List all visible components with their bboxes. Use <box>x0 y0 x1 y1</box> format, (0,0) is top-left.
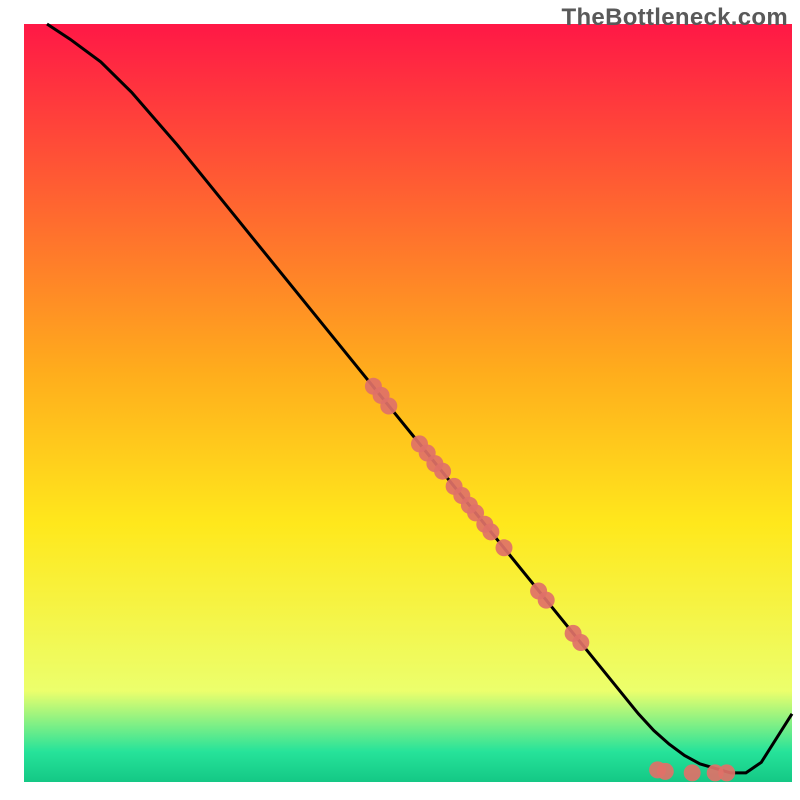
data-point <box>538 592 555 609</box>
bottleneck-chart <box>0 0 800 800</box>
gradient-background <box>24 24 792 782</box>
chart-container: TheBottleneck.com <box>0 0 800 800</box>
data-point <box>718 764 735 781</box>
data-point <box>684 764 701 781</box>
data-point <box>380 398 397 415</box>
data-point <box>572 634 589 651</box>
data-point <box>434 463 451 480</box>
data-point <box>482 523 499 540</box>
data-point <box>496 539 513 556</box>
plot-area <box>24 24 792 782</box>
data-point <box>657 763 674 780</box>
watermark-text: TheBottleneck.com <box>562 4 788 32</box>
